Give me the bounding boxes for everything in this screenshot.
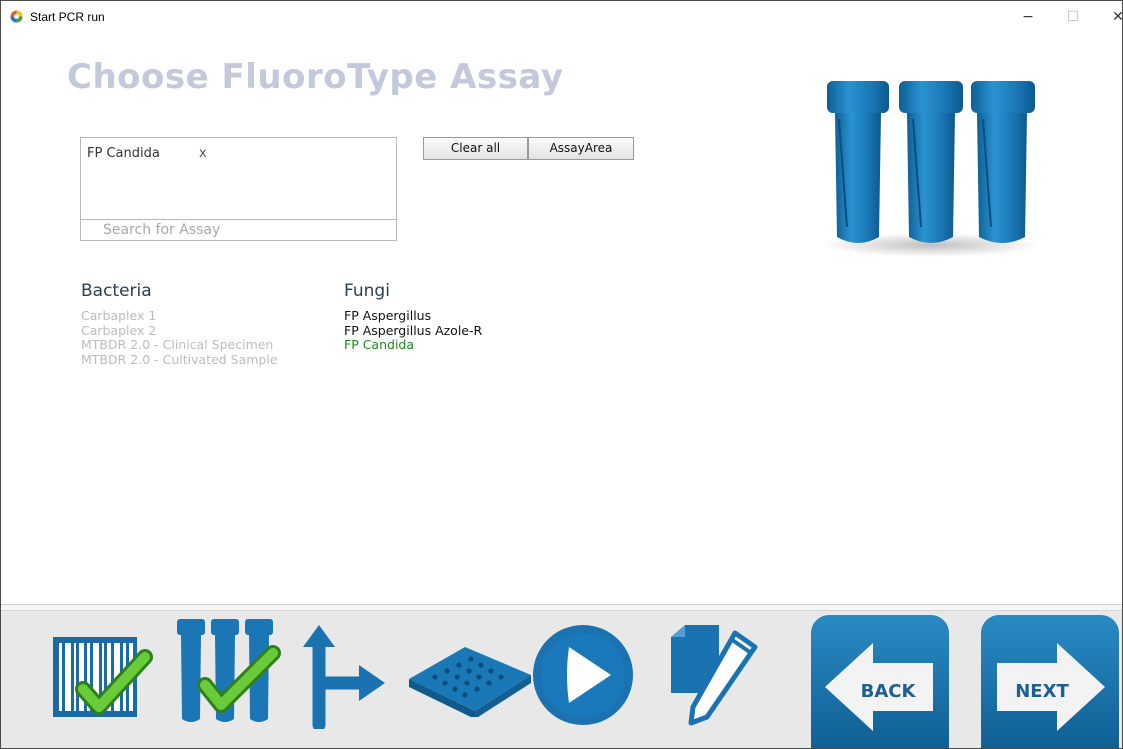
assay-item: Carbaplex 2 xyxy=(81,322,157,338)
app-logo-icon xyxy=(10,10,23,23)
clear-all-button[interactable]: Clear all xyxy=(423,137,528,160)
assay-item-selected[interactable]: FP Candida xyxy=(344,337,482,353)
tubes-illustration xyxy=(821,81,1041,257)
close-button[interactable]: ✕ xyxy=(1103,7,1122,27)
route-arrow-icon[interactable] xyxy=(301,619,391,729)
window-title: Start PCR run xyxy=(30,10,105,24)
remove-chip-button[interactable]: x xyxy=(199,146,207,161)
next-button[interactable]: NEXT xyxy=(981,615,1119,748)
assay-area-button[interactable]: AssayArea xyxy=(528,137,634,160)
assay-item: MTBDR 2.0 - Cultivated Sample xyxy=(81,351,278,367)
category-title-fungi: Fungi xyxy=(344,281,390,301)
minimize-button[interactable]: − xyxy=(1013,7,1043,27)
assay-item: MTBDR 2.0 - Clinical Specimen xyxy=(81,337,274,352)
assay-item[interactable]: FP Aspergillus Azole-R xyxy=(344,323,482,339)
step-navigation-bar: BACK NEXT xyxy=(1,604,1122,748)
app-window: Start PCR run − ☐ ✕ Choose FluoroType As… xyxy=(0,0,1123,749)
category-title-bacteria: Bacteria xyxy=(81,281,152,301)
assay-search-input[interactable] xyxy=(80,219,397,241)
selected-assays-box[interactable]: FP Candida x xyxy=(80,137,397,221)
edit-document-icon[interactable] xyxy=(667,623,763,727)
selected-assay-chip: FP Candida xyxy=(87,146,160,161)
maximize-button[interactable]: ☐ xyxy=(1058,7,1088,27)
run-play-icon[interactable] xyxy=(531,623,635,727)
back-button[interactable]: BACK xyxy=(811,615,949,748)
next-label: NEXT xyxy=(1015,681,1069,702)
pcr-plate-icon[interactable] xyxy=(405,641,535,717)
assay-item: Carbaplex 1 xyxy=(81,308,157,323)
bacteria-assay-list: Carbaplex 1 Carbaplex 2 MTBDR 2.0 - Clin… xyxy=(81,308,278,367)
back-label: BACK xyxy=(860,681,916,702)
footer-divider xyxy=(1,605,1122,611)
tubes-done-icon[interactable] xyxy=(173,615,283,725)
barcode-done-icon[interactable] xyxy=(53,627,153,727)
assay-item[interactable]: FP Aspergillus xyxy=(344,308,482,324)
fungi-assay-list: FP Aspergillus FP Aspergillus Azole-R FP… xyxy=(344,308,482,353)
title-bar: Start PCR run − ☐ ✕ xyxy=(1,1,1122,31)
page-title: Choose FluoroType Assay xyxy=(67,57,564,97)
